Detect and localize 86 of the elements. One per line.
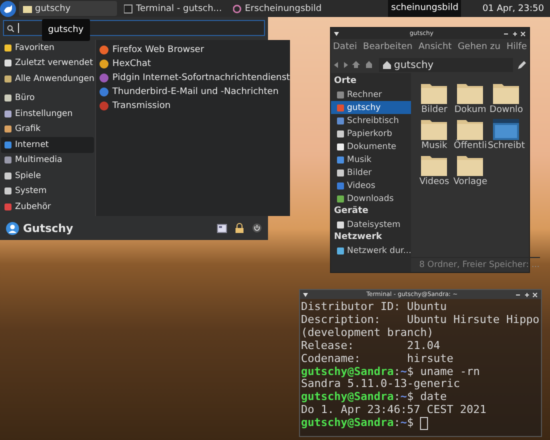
category-item[interactable]: Spiele bbox=[1, 168, 94, 184]
app-item[interactable]: Firefox Web Browser bbox=[96, 43, 290, 57]
terminal-prompt-line: gutschy@Sandra:~$ uname -rn bbox=[301, 366, 481, 378]
terminal-prompt-line: gutschy@Sandra:~$ bbox=[301, 417, 541, 430]
window-controls-icon bbox=[516, 292, 538, 298]
menu-item[interactable]: Hilfe bbox=[506, 42, 527, 52]
section-heading: Geräte bbox=[333, 205, 370, 218]
search-icon bbox=[7, 24, 14, 32]
menu-item[interactable]: Datei bbox=[333, 42, 358, 52]
terminal-icon bbox=[124, 4, 133, 14]
section-heading: Netzwerk bbox=[333, 231, 384, 244]
category-item[interactable]: Zuletzt verwendet bbox=[1, 56, 94, 71]
whisker-menu-icon bbox=[0, 0, 16, 16]
terminal-output-line: Codename: hirsute bbox=[301, 352, 454, 366]
terminal-output-line: Do 1. Apr 23:46:57 CEST 2021 bbox=[301, 404, 488, 418]
folder-icon bbox=[456, 81, 484, 105]
folder-icon bbox=[492, 81, 520, 105]
terminal-output-line: (development branch) bbox=[301, 326, 434, 340]
terminal-prompt-line: gutschy@Sandra:~$ date bbox=[301, 391, 448, 404]
file-item[interactable]: Öffentli bbox=[452, 117, 488, 151]
sidebar-item[interactable]: Downloads bbox=[331, 192, 412, 205]
sidebar-item[interactable]: Bilder bbox=[331, 166, 412, 179]
sidebar-item[interactable]: gutschy bbox=[331, 101, 412, 114]
edit-icon bbox=[518, 61, 526, 69]
sidebar-item[interactable]: Dokumente bbox=[331, 140, 412, 153]
folder-icon bbox=[420, 81, 448, 105]
taskbar-button[interactable]: Erscheinungsbild bbox=[228, 1, 326, 16]
sidebar-item[interactable]: Netzwerk dur... bbox=[331, 244, 412, 257]
folder-icon bbox=[420, 117, 448, 141]
folder-icon bbox=[420, 153, 448, 177]
category-item[interactable]: Grafik bbox=[1, 122, 94, 137]
file-item[interactable]: Musik bbox=[416, 117, 452, 151]
terminal-output-line: Distributor ID: Ubuntu bbox=[301, 301, 448, 314]
lock-icon bbox=[235, 223, 244, 233]
category-item[interactable]: System bbox=[1, 184, 94, 199]
window-menu-icon bbox=[334, 32, 339, 36]
section-heading: Orte bbox=[333, 75, 358, 88]
sidebar-item[interactable]: Papierkorb bbox=[331, 127, 412, 140]
user-name: Gutschy bbox=[23, 222, 74, 234]
folder-icon bbox=[456, 117, 484, 141]
home-icon bbox=[383, 61, 391, 69]
clock: 01 Apr, 23:50 bbox=[481, 4, 545, 14]
menu-item[interactable]: Gehen zu bbox=[458, 42, 500, 52]
file-item[interactable]: Dokum bbox=[452, 81, 488, 115]
category-item[interactable]: Alle Anwendungen bbox=[1, 71, 94, 86]
place-icon bbox=[337, 246, 344, 254]
category-item[interactable]: Multimedia bbox=[1, 152, 94, 168]
terminal-output-line: Release: 21.04 bbox=[301, 340, 442, 353]
menu-item[interactable]: Ansicht bbox=[418, 42, 452, 52]
sidebar-item[interactable]: Musik bbox=[331, 153, 412, 166]
folder-icon bbox=[456, 153, 484, 177]
power-icon bbox=[252, 223, 262, 233]
sidebar-item[interactable]: Dateisystem bbox=[331, 218, 412, 231]
navigation-icon bbox=[334, 61, 374, 69]
desktop-folder-icon bbox=[492, 117, 520, 141]
sidebar-item[interactable]: Schreibtisch bbox=[331, 114, 412, 127]
status-bar: 8 Ordner, Freier Speicher: ... bbox=[411, 257, 540, 272]
app-item[interactable]: Thunderbird-E-Mail und -Nachrichten bbox=[96, 85, 290, 99]
folder-icon bbox=[23, 4, 32, 14]
path-bar[interactable]: gutschy bbox=[379, 58, 513, 72]
file-item[interactable]: Schreibt bbox=[488, 117, 524, 151]
terminal-output-line: Description: Ubuntu Hirsute Hippo bbox=[301, 314, 540, 327]
app-item[interactable]: Transmission bbox=[96, 99, 290, 113]
file-item[interactable]: Vorlage bbox=[452, 153, 488, 187]
sidebar-item[interactable]: Videos bbox=[331, 179, 412, 192]
window-menu-icon bbox=[303, 292, 308, 296]
file-item[interactable]: Downlo bbox=[488, 81, 524, 115]
category-item[interactable]: Favoriten bbox=[1, 40, 94, 56]
file-item[interactable]: Videos bbox=[416, 153, 452, 187]
menu-item[interactable]: Bearbeiten bbox=[363, 42, 412, 52]
category-item[interactable]: Büro bbox=[1, 90, 94, 106]
app-item[interactable]: Pidgin Internet-Sofortnachrichtendienst bbox=[96, 71, 290, 85]
window-controls-icon bbox=[504, 30, 526, 36]
file-item[interactable]: Bilder bbox=[416, 81, 452, 115]
user-avatar-icon bbox=[6, 222, 19, 234]
category-item[interactable]: Einstellungen bbox=[1, 106, 94, 122]
taskbar-button[interactable]: Terminal - gutsch... bbox=[120, 1, 226, 16]
place-icon bbox=[337, 220, 344, 228]
sidebar-item[interactable]: Rechner bbox=[331, 88, 412, 101]
tooltip: gutschy bbox=[42, 19, 90, 41]
terminal-output-line: Sandra 5.11.0-13-generic bbox=[301, 378, 461, 392]
taskbar-button[interactable]: gutschy bbox=[19, 1, 117, 16]
category-item[interactable]: Zubehör bbox=[1, 199, 94, 214]
category-item[interactable]: Internet bbox=[1, 137, 94, 152]
app-item[interactable]: HexChat bbox=[96, 57, 290, 71]
window-preview-label: scheinungsbild bbox=[388, 0, 462, 17]
